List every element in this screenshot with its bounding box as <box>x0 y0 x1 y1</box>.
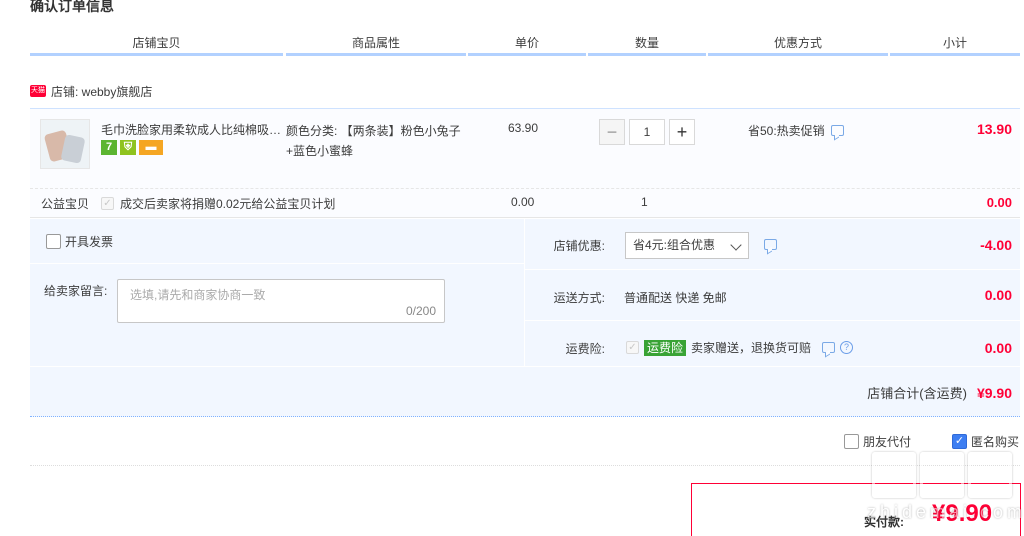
item-title-link[interactable]: 毛巾洗脸家用柔软成人比纯棉吸… <box>101 121 283 138</box>
tmall-badge-icon: 天猫 <box>30 85 46 97</box>
charity-text: 成交后卖家将捐赠0.02元给公益宝贝计划 <box>120 197 336 211</box>
insurance-label: 运费险: <box>565 342 605 356</box>
invoice-option[interactable]: 开具发票 <box>46 233 113 250</box>
chat-icon[interactable] <box>830 125 844 136</box>
charity-label: 公益宝贝 <box>41 197 90 211</box>
divider <box>30 366 1020 367</box>
chevron-down-icon <box>730 239 742 251</box>
divider <box>525 269 1020 270</box>
column-header-quantity: 数量 <box>588 30 706 56</box>
quantity-increase-button[interactable]: + <box>669 119 695 145</box>
insurance-checkbox: ✓ <box>626 341 639 354</box>
quantity-stepper: − 1 + <box>599 119 695 145</box>
order-extras-panel: 开具发票 给卖家留言: 选填,请先和商家协商一致 0/200 店铺优惠: 省4元… <box>30 219 1020 417</box>
invoice-checkbox[interactable] <box>46 234 61 249</box>
shop-promo-label: 店铺优惠: <box>553 239 605 253</box>
shipping-label: 运送方式: <box>553 291 605 305</box>
charity-checkbox-group: ✓ 成交后卖家将捐赠0.02元给公益宝贝计划 <box>101 195 335 212</box>
chat-icon[interactable] <box>822 342 836 353</box>
shop-total-value: ¥9.90 <box>976 384 1012 401</box>
divider <box>30 263 524 264</box>
shop-name[interactable]: 店铺: webby旗舰店 <box>51 83 152 100</box>
pay-amount: ¥9.90 <box>932 500 993 527</box>
chat-icon[interactable] <box>764 239 777 250</box>
friend-pay-label: 朋友代付 <box>863 435 912 449</box>
message-char-count: 0/200 <box>405 304 436 318</box>
payment-summary-box: 实付款: ¥9.90 <box>691 483 1021 536</box>
item-unit-price: 63.90 <box>508 121 539 135</box>
charity-quantity: 1 <box>641 195 648 209</box>
item-thumbnail[interactable] <box>40 119 90 169</box>
shop-row: 天猫 店铺: webby旗舰店 <box>30 82 152 100</box>
column-header-row: 店铺宝贝 商品属性 单价 数量 优惠方式 小计 <box>30 30 1020 56</box>
insurance-row: ✓ 运费险 卖家赠送，退换货可赔 ? <box>626 339 854 356</box>
shipping-amount: 0.00 <box>984 287 1012 303</box>
insurance-amount: 0.00 <box>984 340 1012 356</box>
seller-message-textarea[interactable]: 选填,请先和商家协商一致 0/200 <box>117 279 445 323</box>
quantity-decrease-button[interactable]: − <box>599 119 625 145</box>
credit-card-icon[interactable]: ▬ <box>139 140 163 155</box>
anonymous-label: 匿名购买 <box>971 435 1020 449</box>
shop-total: 店铺合计(含运费) ¥9.90 <box>867 383 1012 402</box>
message-placeholder: 选填,请先和商家协商一致 <box>130 288 266 302</box>
item-promo: 省50:热卖促销 <box>748 122 844 139</box>
charity-subtotal: 0.00 <box>986 195 1012 210</box>
charity-price: 0.00 <box>511 195 535 209</box>
friend-pay-option[interactable]: 朋友代付 <box>844 433 911 450</box>
quantity-input[interactable]: 1 <box>629 119 665 145</box>
help-icon[interactable]: ? <box>840 341 854 354</box>
shop-promo-selected: 省4元:组合优惠 <box>633 238 716 252</box>
column-header-shop-item: 店铺宝贝 <box>30 30 283 56</box>
divider <box>30 465 1020 466</box>
insurance-text: 卖家赠送，退换货可赔 <box>691 341 812 355</box>
column-header-subtotal: 小计 <box>890 30 1020 56</box>
item-attributes: 颜色分类: 【两条装】粉色小兔子+蓝色小蜜蜂 <box>286 124 461 158</box>
charity-row: 公益宝贝 ✓ 成交后卖家将捐赠0.02元给公益宝贝计划 0.00 1 0.00 <box>30 188 1020 218</box>
seven-day-return-icon[interactable]: 7 <box>101 140 117 155</box>
invoice-label: 开具发票 <box>65 235 114 249</box>
section-title: 确认订单信息 <box>30 0 114 14</box>
towel-gray-image <box>60 134 86 164</box>
anonymous-purchase-option[interactable]: ✓ 匿名购买 <box>952 433 1019 450</box>
divider <box>525 320 1020 321</box>
shop-promo-select[interactable]: 省4元:组合优惠 <box>625 232 749 259</box>
message-label: 给卖家留言: <box>44 284 108 298</box>
shop-total-label: 店铺合计(含运费) <box>867 386 967 401</box>
pay-label: 实付款: <box>864 515 904 529</box>
charity-checkbox: ✓ <box>101 197 114 210</box>
column-header-attributes: 商品属性 <box>286 30 466 56</box>
column-header-unit-price: 单价 <box>468 30 586 56</box>
friend-pay-checkbox[interactable] <box>844 434 859 449</box>
shop-promo-amount: -4.00 <box>980 237 1012 253</box>
column-header-discount: 优惠方式 <box>708 30 888 56</box>
item-promo-text: 省50:热卖促销 <box>748 124 825 138</box>
shipping-method: 普通配送 快递 免邮 <box>624 291 727 305</box>
insurance-tag: 运费险 <box>644 339 687 356</box>
shield-service-icon[interactable]: ⛨ <box>120 140 136 155</box>
anonymous-checkbox[interactable]: ✓ <box>952 434 967 449</box>
service-icons: 7 ⛨ ▬ <box>101 140 163 155</box>
item-subtotal: 13.90 <box>976 121 1012 137</box>
